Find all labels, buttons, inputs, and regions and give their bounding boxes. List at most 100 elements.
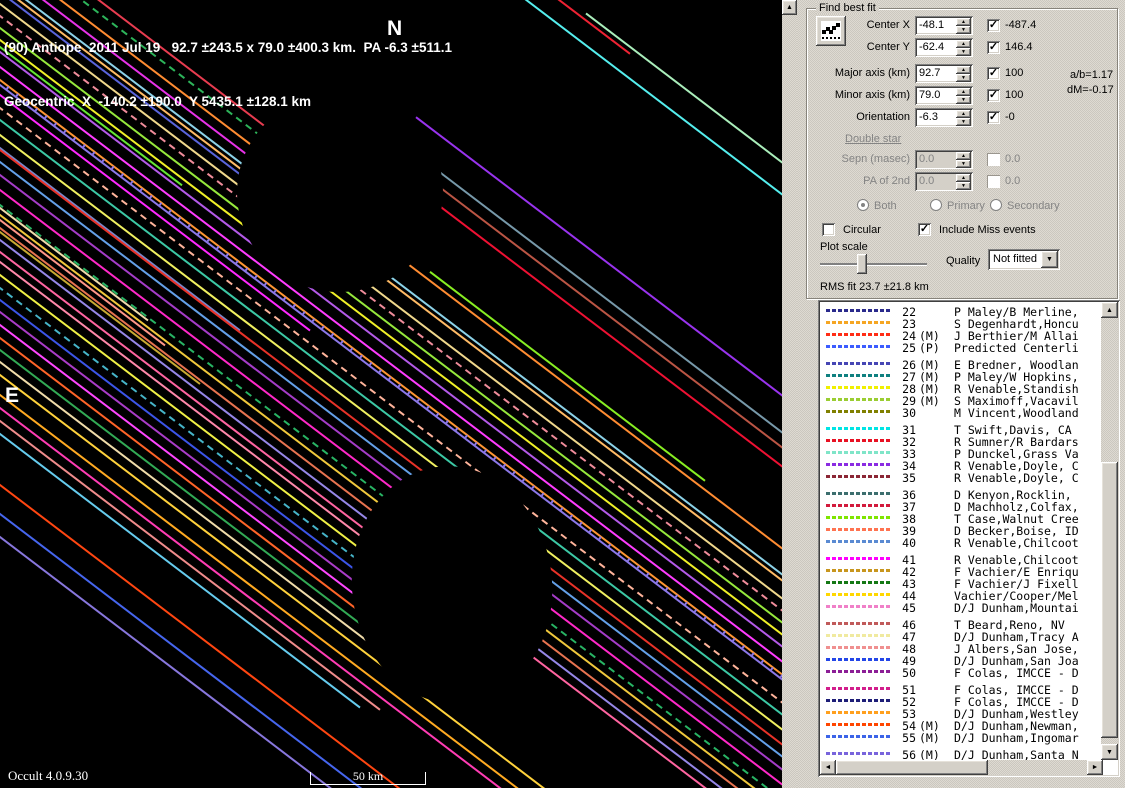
spin-input-disabled: 0.0 ▲ ▼	[915, 150, 973, 169]
plot-title-line1: (90) Antiope 2011 Jul 19 92.7 ±243.5 x 7…	[4, 39, 452, 57]
scroll-down-button[interactable]: ▼	[1101, 744, 1118, 760]
observer-row[interactable]: 42 F Vachier/E Enriqu	[820, 565, 1101, 577]
observer-row[interactable]: 51 F Colas, IMCCE - D	[820, 683, 1101, 695]
observer-row[interactable]: 52 F Colas, IMCCE - D	[820, 695, 1101, 707]
observer-row[interactable]: 38 T Case,Walnut Cree	[820, 512, 1101, 524]
scroll-up-button[interactable]: ▲	[1101, 302, 1118, 318]
observer-row[interactable]: 33 P Dunckel,Grass Va	[820, 447, 1101, 459]
fixed-check-value: 100	[1005, 89, 1023, 101]
spin-down-icon[interactable]: ▼	[956, 118, 971, 126]
observer-number: 25	[880, 341, 916, 355]
groupbox-title: Find best fit	[816, 2, 879, 14]
observer-row[interactable]: 47 D/J Dunham,Tracy A	[820, 630, 1101, 642]
spin-input[interactable]: 79.0 ▲ ▼	[915, 86, 973, 105]
observer-row[interactable]: 37 D Machholz,Colfax,	[820, 500, 1101, 512]
value-checkbox[interactable]: ✓	[987, 67, 1000, 80]
dropdown-arrow-icon[interactable]: ▼	[1041, 251, 1058, 268]
spinner-buttons[interactable]: ▲ ▼	[956, 66, 971, 81]
value-checkbox[interactable]: ✓	[987, 89, 1000, 102]
observer-row[interactable]: 27 (M) P Maley/W Hopkins,	[820, 370, 1101, 382]
value-checkbox	[987, 153, 1000, 166]
observer-row[interactable]: 31 T Swift,Davis, CA	[820, 423, 1101, 435]
observer-row[interactable]: 39 D Becker,Boise, ID	[820, 524, 1101, 536]
observer-row[interactable]: 26 (M) E Bredner, Woodlan	[820, 358, 1101, 370]
spin-down-icon[interactable]: ▼	[956, 74, 971, 82]
observer-row[interactable]: 25 (P) Predicted Centerli	[820, 341, 1101, 353]
radio-both	[857, 199, 869, 211]
observer-row[interactable]: 49 D/J Dunham,San Joa	[820, 654, 1101, 666]
spin-value: -62.4	[919, 41, 944, 53]
observer-row[interactable]: 22 P Maley/B Merline,	[820, 305, 1101, 317]
observer-row[interactable]: 36 D Kenyon,Rocklin,	[820, 488, 1101, 500]
spin-input[interactable]: -62.4 ▲ ▼	[915, 38, 973, 57]
plot-scroll-up-button[interactable]: ▲	[782, 0, 797, 15]
observer-row[interactable]: 34 R Venable,Doyle, C	[820, 459, 1101, 471]
scroll-right-button[interactable]: ►	[1087, 760, 1103, 775]
spin-up-icon[interactable]: ▲	[956, 66, 971, 74]
circular-checkbox[interactable]	[822, 223, 835, 236]
observer-row[interactable]: 32 R Sumner/R Bardars	[820, 435, 1101, 447]
spinner-buttons[interactable]: ▲ ▼	[956, 18, 971, 33]
observer-row[interactable]: 45 D/J Dunham,Mountai	[820, 601, 1101, 613]
include-miss-events-label: Include Miss events	[939, 224, 1036, 236]
observer-list-hscrollbar[interactable]: ◄ ►	[820, 760, 1103, 775]
observer-row[interactable]: 50 F Colas, IMCCE - D	[820, 666, 1101, 678]
spin-up-icon[interactable]: ▲	[956, 40, 971, 48]
observer-row[interactable]: 40 R Venable,Chilcoot	[820, 536, 1101, 548]
vscroll-thumb[interactable]	[1101, 462, 1118, 738]
plot-scale-slider-track[interactable]	[820, 263, 927, 265]
spin-down-icon[interactable]: ▼	[956, 48, 971, 56]
spinner-buttons[interactable]: ▲ ▼	[956, 40, 971, 55]
spin-input[interactable]: -6.3 ▲ ▼	[915, 108, 973, 127]
observer-row[interactable]: 48 J Albers,San Jose,	[820, 642, 1101, 654]
observer-row[interactable]: 53 D/J Dunham,Westley	[820, 707, 1101, 719]
spin-up-icon[interactable]: ▲	[956, 110, 971, 118]
fixed-check-value: 0.0	[1005, 153, 1020, 165]
observer-row[interactable]: 28 (M) R Venable,Standish	[820, 382, 1101, 394]
observer-row[interactable]: 44 Vachier/Cooper/Mel	[820, 589, 1101, 601]
field-label: PA of 2nd	[817, 175, 910, 187]
observer-flag: (P)	[919, 341, 940, 355]
field-label: Major axis (km)	[817, 67, 910, 79]
observer-list-vscrollbar[interactable]: ▲ ▼	[1101, 302, 1118, 760]
plot-vertical-scrollbar[interactable]: ▲	[782, 0, 797, 788]
spin-up-icon[interactable]: ▲	[956, 88, 971, 96]
observer-row[interactable]: 35 R Venable,Doyle, C	[820, 471, 1101, 483]
hscroll-thumb[interactable]	[836, 760, 988, 775]
spin-up-icon[interactable]: ▲	[956, 18, 971, 26]
observer-name: Predicted Centerli	[954, 341, 1079, 355]
spinner-buttons[interactable]: ▲ ▼	[956, 110, 971, 125]
chord-line	[400, 142, 782, 433]
chord-line	[556, 0, 630, 54]
double-star-link[interactable]: Double star	[845, 133, 901, 145]
spin-input[interactable]: -48.1 ▲ ▼	[915, 16, 973, 35]
rms-fit-label: RMS fit 23.7 ±21.8 km	[820, 281, 929, 293]
spin-down-icon[interactable]: ▼	[956, 26, 971, 34]
observer-number: 40	[880, 536, 916, 550]
observer-row[interactable]: 29 (M) S Maximoff,Vacavil	[820, 394, 1101, 406]
spinner-buttons[interactable]: ▲ ▼	[956, 88, 971, 103]
east-compass-label: E	[5, 384, 19, 408]
observer-name: R Venable,Chilcoot	[954, 536, 1079, 550]
field-label: Primary	[947, 200, 985, 212]
observer-row[interactable]: 43 F Vachier/J Fixell	[820, 577, 1101, 589]
value-checkbox[interactable]: ✓	[987, 111, 1000, 124]
spin-down-icon[interactable]: ▼	[956, 96, 971, 104]
value-checkbox[interactable]: ✓	[987, 19, 1000, 32]
value-checkbox[interactable]: ✓	[987, 41, 1000, 54]
fixed-check-value: 146.4	[1005, 41, 1033, 53]
observer-row[interactable]: 41 R Venable,Chilcoot	[820, 553, 1101, 565]
spin-input[interactable]: 92.7 ▲ ▼	[915, 64, 973, 83]
observer-row[interactable]: 55 (M) D/J Dunham,Ingomar	[820, 731, 1101, 743]
observer-row[interactable]: 30 M Vincent,Woodland	[820, 406, 1101, 418]
plot-scale-slider-thumb[interactable]	[857, 254, 867, 274]
observer-row[interactable]: 46 T Beard,Reno, NV	[820, 618, 1101, 630]
field-label: Center X	[817, 19, 910, 31]
observer-row[interactable]: 54 (M) D/J Dunham,Newman,	[820, 719, 1101, 731]
include-miss-events-checkbox[interactable]: ✓	[918, 223, 931, 236]
observer-row[interactable]: 24 (M) J Berthier/M Allai	[820, 329, 1101, 341]
observer-row[interactable]: 23 S Degenhardt,Honcu	[820, 317, 1101, 329]
observer-row[interactable]: 56 (M) D/J Dunham,Santa N	[820, 748, 1101, 760]
quality-dropdown[interactable]: Not fitted ▼	[988, 249, 1060, 270]
scroll-left-button[interactable]: ◄	[820, 760, 836, 775]
